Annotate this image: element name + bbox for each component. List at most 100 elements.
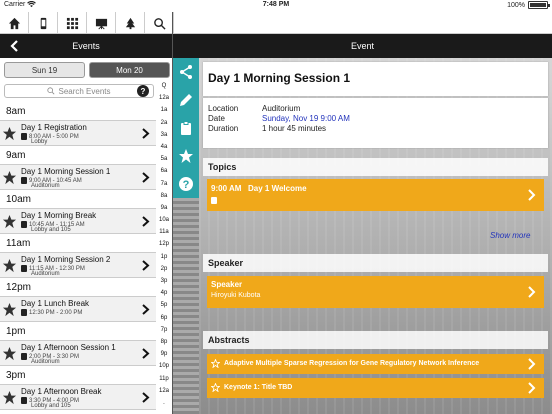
battery-indicator: 100% [507, 1, 550, 9]
top-toolbar [0, 12, 552, 34]
speaker-item[interactable]: Speaker Hiroyuki Kubota [207, 276, 544, 308]
event-header: Event [173, 34, 552, 58]
show-more-link[interactable]: Show more [490, 231, 530, 240]
clipboard-icon [21, 177, 27, 184]
share-button[interactable] [173, 58, 199, 86]
index-letter[interactable]: 6p [161, 312, 168, 324]
help-button[interactable]: ? [137, 85, 149, 97]
edit-button[interactable] [173, 86, 199, 114]
search-button[interactable] [145, 12, 174, 34]
list-item[interactable]: Day 1 Morning Break 10:45 AM - 11:15 AM … [0, 208, 156, 234]
star-icon[interactable] [2, 170, 17, 185]
chevron-right-icon [142, 348, 150, 359]
index-letter[interactable]: 10p [159, 360, 169, 372]
index-letter[interactable]: 5p [161, 299, 168, 311]
index-letter[interactable]: 4a [161, 141, 168, 153]
clipboard-icon [21, 221, 27, 228]
star-icon[interactable] [2, 346, 17, 361]
abstract-item[interactable]: Adaptive Multiple Sparse Regression for … [207, 354, 544, 374]
tab-mon-20[interactable]: Mon 20 [89, 62, 170, 78]
event-location: Lobby and 105 [31, 227, 71, 233]
index-letter[interactable]: 7a [161, 178, 168, 190]
star-icon[interactable] [2, 258, 17, 273]
status-time: 7:48 PM [262, 1, 290, 8]
index-letter[interactable]: 1p [161, 251, 168, 263]
list-item[interactable]: Day 1 Registration 8:00 AM - 5:00 PM Lob… [0, 120, 156, 146]
index-letter[interactable]: 11a [159, 226, 169, 238]
index-letter[interactable]: Q [162, 80, 167, 92]
location-row: Location Auditorium [208, 104, 300, 113]
index-letter[interactable]: 7p [161, 324, 168, 336]
index-letter[interactable]: 8a [161, 190, 168, 202]
index-letter[interactable]: 9p [161, 348, 168, 360]
hour-header: 1pm [6, 325, 26, 337]
abstract-item[interactable]: Keynote 1: Title TBD [207, 378, 544, 398]
list-item[interactable]: Day 1 Lunch Break 12:30 PM - 2:00 PM [0, 296, 156, 322]
grid-button[interactable] [58, 12, 87, 34]
index-letter[interactable]: 12a [159, 92, 169, 104]
topics-label: Topics [208, 162, 237, 172]
background-image-strip [173, 198, 199, 414]
index-letter[interactable]: 12p [159, 238, 169, 250]
hour-header: 12pm [6, 281, 32, 293]
star-icon [179, 149, 193, 163]
list-item[interactable]: Day 1 Morning Session 1 9:00 AM - 10:45 … [0, 164, 156, 190]
topic-item[interactable]: 9:00 AM Day 1 Welcome [207, 179, 544, 211]
index-letter[interactable]: 12a [159, 385, 169, 397]
index-letter[interactable]: 8p [161, 336, 168, 348]
index-letter[interactable]: 5a [161, 153, 168, 165]
list-item[interactable]: Day 1 Afternoon Session 1 2:00 PM - 3:30… [0, 340, 156, 366]
star-icon[interactable] [2, 126, 17, 141]
list-item[interactable]: Day 1 Afternoon Break 3:30 PM - 4:00 PM … [0, 384, 156, 410]
home-button[interactable] [0, 12, 29, 34]
section-index[interactable]: Q 12a 1a 2a 3a 4a 5a 6a 7a 8a 9a 10a 11a 12p 1p 2p 3p 4p 5… [157, 80, 171, 409]
favorite-button[interactable] [173, 142, 199, 170]
event-location: Auditorium [31, 271, 60, 277]
search-input[interactable]: Search Events [4, 84, 154, 98]
duration-value: 1 hour 45 minutes [262, 124, 327, 133]
topic-time: 9:00 AM [211, 184, 242, 193]
event-time-row: 8:00 AM - 5:00 PM [21, 133, 79, 140]
speaker-header-band: Speaker [203, 254, 548, 272]
search-icon [153, 17, 166, 30]
index-letter[interactable]: 2p [161, 263, 168, 275]
presentation-button[interactable] [87, 12, 116, 34]
index-letter[interactable]: 3a [161, 129, 168, 141]
tree-icon [125, 17, 135, 29]
clipboard-icon [21, 265, 27, 272]
duration-label: Duration [208, 124, 239, 133]
star-icon[interactable] [2, 390, 17, 405]
hour-header: 9am [6, 149, 26, 161]
date-link[interactable]: Sunday, Nov 19 9:00 AM [262, 114, 350, 123]
tab-sun-19[interactable]: Sun 19 [4, 62, 85, 78]
event-title-card: Day 1 Morning Session 1 [203, 62, 548, 96]
chevron-right-icon [142, 172, 150, 183]
chevron-right-icon [528, 286, 536, 298]
index-letter[interactable]: 9a [161, 202, 168, 214]
index-letter[interactable]: 1a [161, 104, 168, 116]
svg-text:?: ? [183, 179, 190, 191]
notes-button[interactable] [173, 114, 199, 142]
event-time: 12:30 PM - 2:00 PM [29, 309, 83, 316]
list-item[interactable]: Day 1 Morning Session 2 11:15 AM - 12:30… [0, 252, 156, 278]
location-label: Location [208, 104, 239, 113]
tree-button[interactable] [116, 12, 145, 34]
search-icon [47, 87, 55, 95]
index-letter[interactable]: 3p [161, 275, 168, 287]
hour-header: 11am [6, 237, 31, 249]
hour-header: 10am [6, 193, 32, 205]
star-icon[interactable] [2, 302, 17, 317]
hour-header: 8am [6, 105, 26, 117]
index-letter[interactable]: 4p [161, 287, 168, 299]
event-location: Lobby and 105 [31, 403, 71, 409]
event-title: Day 1 Morning Break [21, 211, 97, 220]
index-letter[interactable]: 2a [161, 117, 168, 129]
back-chevron-icon[interactable] [8, 39, 22, 53]
star-icon[interactable] [2, 214, 17, 229]
index-letter[interactable]: 6a [161, 165, 168, 177]
phone-button[interactable] [29, 12, 58, 34]
index-letter[interactable]: 11p [159, 373, 169, 385]
index-letter[interactable]: 10a [159, 214, 169, 226]
help-rail-button[interactable]: ? [173, 170, 199, 198]
index-letter[interactable]: . [163, 397, 165, 409]
